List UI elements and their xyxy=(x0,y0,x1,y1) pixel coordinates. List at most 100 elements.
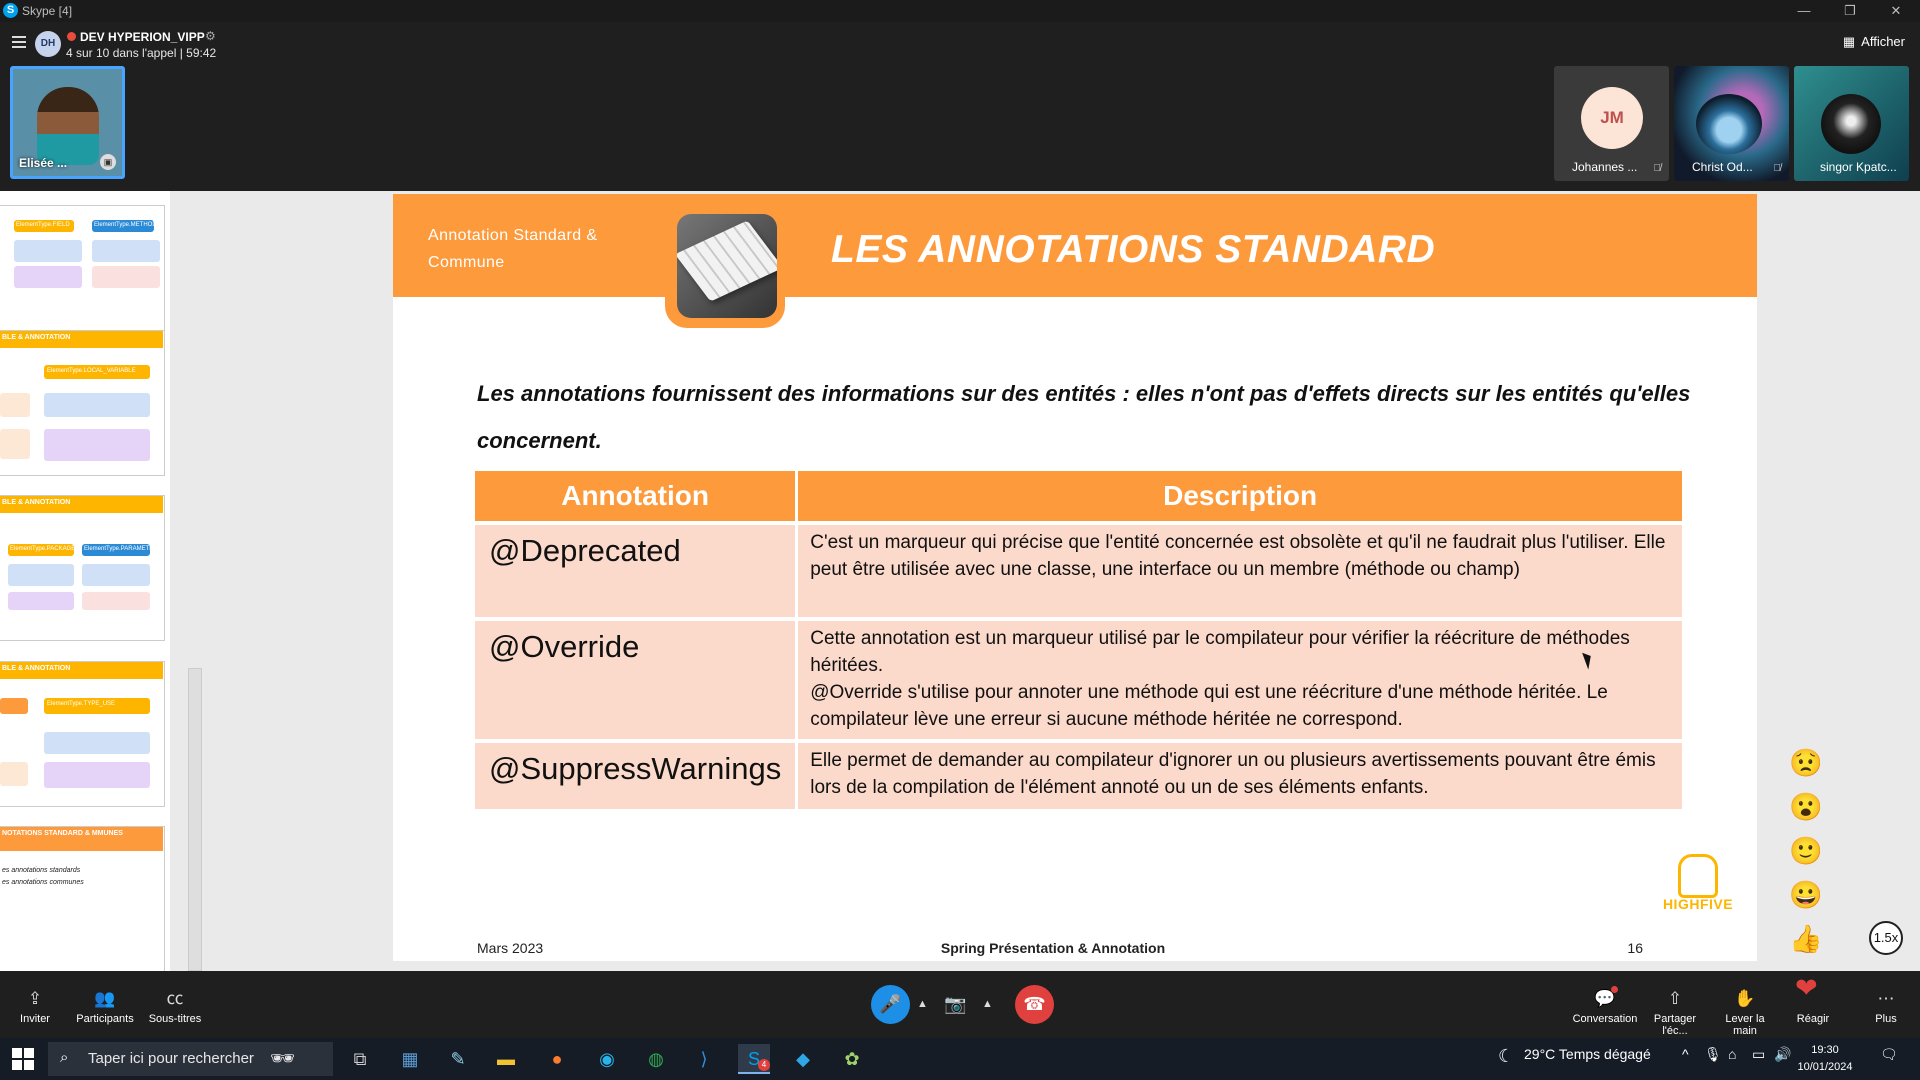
table-row: @Override Cette annotation est un marque… xyxy=(475,617,1685,741)
firefox-icon[interactable]: ● xyxy=(541,1044,573,1074)
skype-icon[interactable]: S4 xyxy=(738,1044,770,1074)
section-title: Annotation Standard & Commune xyxy=(428,222,597,276)
view-button-label: Afficher xyxy=(1861,34,1905,49)
windows-start-icon[interactable] xyxy=(12,1048,34,1070)
group-name[interactable]: DEV HYPERION_VIPP xyxy=(80,30,205,44)
thumbnail-text: es annotations communes xyxy=(2,879,84,886)
people-icon: 👥 xyxy=(94,989,116,1008)
view-button[interactable]: ▦ Afficher xyxy=(1843,34,1905,50)
thumbnail-header: BLE & ANNOTATION xyxy=(0,662,163,679)
annotation-description: C'est un marqueur qui précise que l'enti… xyxy=(796,521,1685,619)
thumbnail-block xyxy=(0,762,28,786)
captions-button[interactable]: ㏄ Sous-titres xyxy=(146,971,204,1038)
edge-icon[interactable]: ◉ xyxy=(591,1044,623,1074)
thumbnail-block xyxy=(92,266,160,288)
annotation-description-line: @Override s'utilise pour annoter une mét… xyxy=(810,682,1608,730)
screen-share-icon: ▣ xyxy=(100,154,116,170)
search-icon: ⌕ xyxy=(60,1049,69,1066)
thumbnails-scrollbar[interactable] xyxy=(188,668,202,971)
chrome-icon[interactable]: ◍ xyxy=(640,1044,672,1074)
taskbar-clock[interactable]: 19:30 10/01/2024 xyxy=(1795,1042,1855,1076)
restore-button[interactable]: ❐ xyxy=(1830,1,1870,21)
weather-text[interactable]: 29°C Temps dégagé xyxy=(1524,1046,1651,1062)
hand-icon xyxy=(1678,854,1718,898)
moon-weather-icon[interactable]: ☾ xyxy=(1498,1046,1514,1067)
sad-reaction[interactable]: 😟 xyxy=(1788,745,1824,781)
participant-tile[interactable]: JM Johannes ... 🎙̸ xyxy=(1554,66,1669,181)
surprised-reaction[interactable]: 😮 xyxy=(1788,789,1824,825)
participants-button[interactable]: 👥 Participants xyxy=(72,971,138,1038)
laugh-reaction[interactable]: 😀 xyxy=(1788,877,1824,913)
annotation-description-line: Cette annotation est un marqueur utilisé… xyxy=(810,628,1630,676)
slide-thumbnail[interactable]: ElementType.FIELD ElementType.METHOD xyxy=(0,205,165,350)
slide-thumbnail[interactable]: NOTATIONS STANDARD & MMUNES es annotatio… xyxy=(0,826,165,971)
thumbnail-header: NOTATIONS STANDARD & MMUNES xyxy=(0,827,163,851)
smile-reaction[interactable]: 🙂 xyxy=(1788,833,1824,869)
volume-icon[interactable]: 🔊 xyxy=(1774,1046,1791,1063)
search-placeholder: Taper ici pour rechercher xyxy=(88,1050,254,1067)
microphone-icon: 🎤 xyxy=(879,994,902,1014)
tray-chevron-icon[interactable]: ^ xyxy=(1682,1046,1689,1062)
highfive-logo: HIGHFIVE xyxy=(1658,854,1738,924)
network-icon[interactable]: ⌂ xyxy=(1728,1046,1736,1062)
hamburger-menu-icon[interactable] xyxy=(12,36,26,48)
app-icon[interactable]: ◆ xyxy=(787,1044,819,1074)
raise-hand-label: Lever la main xyxy=(1725,1013,1765,1037)
share-screen-label: Partager l'éc... xyxy=(1653,1013,1697,1037)
notepad-icon[interactable]: ✎ xyxy=(442,1044,474,1074)
slide-thumbnail[interactable]: BLE & ANNOTATION ElementType.TYPE_USE xyxy=(0,661,165,807)
thumbs-up-reaction[interactable]: 👍 xyxy=(1788,921,1824,957)
phone-hangup-icon: ☎ xyxy=(1023,994,1046,1014)
mic-options-chevron-icon[interactable]: ▲ xyxy=(917,998,928,1010)
clock-time: 19:30 xyxy=(1811,1044,1839,1056)
thumbnail-label: ElementType.LOCAL_VARIABLE xyxy=(44,365,150,379)
notifications-icon[interactable]: 🗨 xyxy=(1880,1046,1898,1063)
calculator-icon[interactable]: ▦ xyxy=(394,1044,426,1074)
participant-name: Johannes ... xyxy=(1572,160,1638,174)
self-video-tile[interactable]: Elisée ... ▣ xyxy=(10,66,125,179)
slide-page-number: 16 xyxy=(1627,940,1643,956)
gear-icon[interactable]: ⚙ xyxy=(205,29,216,43)
camera-options-chevron-icon[interactable]: ▲ xyxy=(982,998,993,1010)
camera-off-button[interactable]: 📷 xyxy=(936,985,975,1024)
participants-label: Participants xyxy=(76,1013,134,1025)
participant-name: Christ Od... xyxy=(1692,160,1753,174)
thumbnail-block xyxy=(0,698,28,714)
windows-taskbar: ⌕ Taper ici pour rechercher 🕶 ⧉ ▦ ✎ ▬ ● … xyxy=(0,1038,1920,1080)
column-header-annotation: Annotation xyxy=(475,471,799,523)
task-view-icon[interactable]: ⧉ xyxy=(344,1044,376,1074)
vscode-icon[interactable]: ⟩ xyxy=(688,1044,720,1074)
skype-badge: 4 xyxy=(758,1059,770,1071)
react-button[interactable]: ❤ Réagir xyxy=(1788,971,1838,1038)
self-video-person xyxy=(37,87,99,165)
thumbnail-block xyxy=(44,732,150,754)
annotation-name: @SuppressWarnings xyxy=(475,739,799,809)
annotations-table: Annotation Description @Deprecated C'est… xyxy=(475,471,1685,809)
invite-button[interactable]: ⇪ Inviter xyxy=(12,971,58,1038)
raise-hand-button[interactable]: ✋ Lever la main xyxy=(1712,971,1778,1038)
hang-up-button[interactable]: ☎ xyxy=(1015,985,1054,1024)
display-icon[interactable]: ▭ xyxy=(1752,1046,1765,1063)
more-button[interactable]: ⋯ Plus xyxy=(1866,971,1906,1038)
annotation-name: @Override xyxy=(475,617,799,741)
mic-tray-icon[interactable]: 🎙 xyxy=(1704,1046,1722,1063)
minimize-button[interactable]: — xyxy=(1784,1,1824,21)
slide-thumbnail[interactable]: BLE & ANNOTATION ElementType.PACKAGE Ele… xyxy=(0,495,165,641)
section-title-line2: Commune xyxy=(428,254,505,271)
conversation-button[interactable]: 💬 Conversation xyxy=(1572,971,1638,1038)
microphone-button[interactable]: 🎤 xyxy=(871,985,910,1024)
participant-tile[interactable]: Christ Od... 🎙̸ xyxy=(1674,66,1789,181)
captions-label: Sous-titres xyxy=(148,1013,202,1025)
hs-app-icon[interactable]: ✿ xyxy=(836,1044,868,1074)
playback-speed-button[interactable]: 1.5x xyxy=(1869,921,1903,955)
participant-avatar: JM xyxy=(1581,87,1643,149)
slide-thumbnail[interactable]: BLE & ANNOTATION ElementType.LOCAL_VARIA… xyxy=(0,330,165,476)
share-screen-button[interactable]: ⇧ Partager l'éc... xyxy=(1640,971,1710,1038)
thumbnail-header: BLE & ANNOTATION xyxy=(0,496,163,513)
file-explorer-icon[interactable]: ▬ xyxy=(490,1044,522,1074)
more-label: Plus xyxy=(1875,1013,1897,1025)
participant-tile[interactable]: singor Kpatc... xyxy=(1794,66,1909,181)
taskbar-search-input[interactable]: ⌕ Taper ici pour rechercher 🕶 xyxy=(48,1042,333,1076)
close-button[interactable]: ✕ xyxy=(1876,1,1916,21)
group-avatar[interactable]: DH xyxy=(35,31,61,57)
